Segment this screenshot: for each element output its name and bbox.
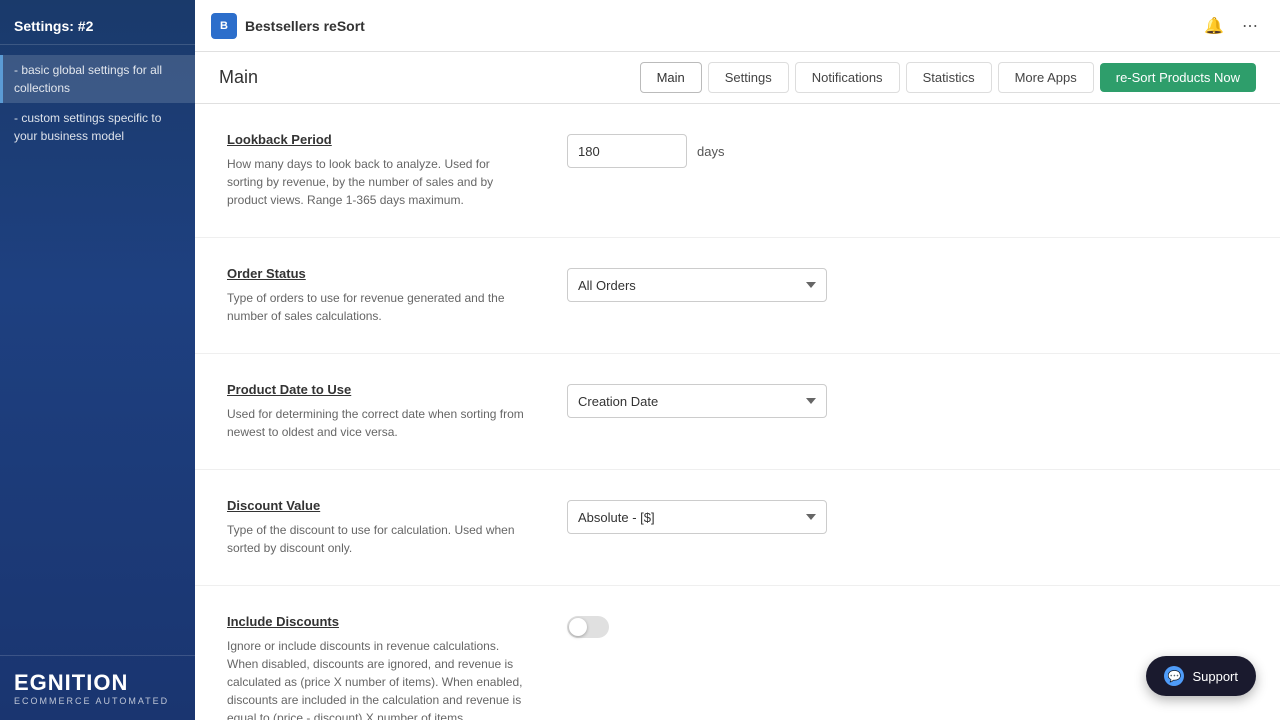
support-button[interactable]: 💬 Support [1146,656,1256,696]
order-status-label: Order Status [227,266,527,281]
discount-value-dropdown[interactable]: Absolute - [$] Percentage - [%] [567,500,827,534]
order-status-desc: Type of orders to use for revenue genera… [227,289,527,325]
settings-section: Lookback Period How many days to look ba… [195,104,1280,720]
discount-value-label-col: Discount Value Type of the discount to u… [227,498,527,557]
lookback-period-desc: How many days to look back to analyze. U… [227,155,527,209]
content-scroll: Lookback Period How many days to look ba… [195,104,1280,720]
support-icon: 💬 [1164,666,1184,686]
toggle-knob [569,618,587,636]
tab-notifications[interactable]: Notifications [795,62,900,93]
sidebar-footer: EGNITION ECOMMERCE AUTOMATED [0,655,195,720]
include-discounts-label-col: Include Discounts Ignore or include disc… [227,614,527,720]
page-title: Main [219,67,258,88]
order-status-label-col: Order Status Type of orders to use for r… [227,266,527,325]
include-discounts-row: Include Discounts Ignore or include disc… [195,586,1280,720]
include-discounts-control [567,614,609,638]
include-discounts-label: Include Discounts [227,614,527,629]
tab-settings[interactable]: Settings [708,62,789,93]
topbar: B Bestsellers reSort 🔔 ⋯ [195,0,1280,52]
product-date-row: Product Date to Use Used for determining… [195,354,1280,470]
sidebar-title: Settings: #2 [0,0,195,45]
include-discounts-desc: Ignore or include discounts in revenue c… [227,637,527,720]
support-label: Support [1192,669,1238,684]
discount-value-desc: Type of the discount to use for calculat… [227,521,527,557]
content-header: Main Main Settings Notifications Statist… [195,52,1280,104]
sidebar: Settings: #2 - basic global settings for… [0,0,195,720]
resort-products-button[interactable]: re-Sort Products Now [1100,63,1256,92]
sidebar-nav: - basic global settings for all collecti… [0,45,195,655]
order-status-row: Order Status Type of orders to use for r… [195,238,1280,354]
discount-value-label: Discount Value [227,498,527,513]
sidebar-item-custom-settings[interactable]: - custom settings specific to your busin… [0,103,195,151]
product-date-desc: Used for determining the correct date wh… [227,405,527,441]
sidebar-item-global-settings[interactable]: - basic global settings for all collecti… [0,55,195,103]
lookback-period-row: Lookback Period How many days to look ba… [195,104,1280,238]
bell-icon[interactable]: 🔔 [1198,12,1230,40]
brand-name: EGNITION [14,670,181,696]
days-unit: days [697,144,724,159]
lookback-period-control: days [567,132,724,168]
discount-value-row: Discount Value Type of the discount to u… [195,470,1280,586]
topbar-actions: 🔔 ⋯ [1198,12,1264,40]
order-status-control: All Orders Paid Orders Fulfilled Orders [567,266,827,302]
product-date-control: Creation Date Published Date Updated Dat… [567,382,827,418]
tab-more-apps[interactable]: More Apps [998,62,1094,93]
lookback-period-input[interactable] [567,134,687,168]
nav-tabs: Main Settings Notifications Statistics M… [640,62,1256,93]
sidebar-item-label: - custom settings specific to your busin… [14,111,161,143]
lookback-period-label: Lookback Period [227,132,527,147]
app-name: Bestsellers reSort [245,18,365,34]
order-status-dropdown[interactable]: All Orders Paid Orders Fulfilled Orders [567,268,827,302]
include-discounts-toggle[interactable] [567,616,609,638]
more-options-icon[interactable]: ⋯ [1236,12,1264,40]
discount-value-control: Absolute - [$] Percentage - [%] [567,498,827,534]
brand-subtitle: ECOMMERCE AUTOMATED [14,696,181,706]
product-date-label: Product Date to Use [227,382,527,397]
product-date-label-col: Product Date to Use Used for determining… [227,382,527,441]
app-logo-icon: B [211,13,237,39]
lookback-period-label-col: Lookback Period How many days to look ba… [227,132,527,209]
main-area: B Bestsellers reSort 🔔 ⋯ Main Main Setti… [195,0,1280,720]
sidebar-item-label: - basic global settings for all collecti… [14,63,162,95]
tab-main[interactable]: Main [640,62,702,93]
topbar-logo: B Bestsellers reSort [211,13,365,39]
brand: EGNITION ECOMMERCE AUTOMATED [14,670,181,706]
product-date-dropdown[interactable]: Creation Date Published Date Updated Dat… [567,384,827,418]
tab-statistics[interactable]: Statistics [906,62,992,93]
